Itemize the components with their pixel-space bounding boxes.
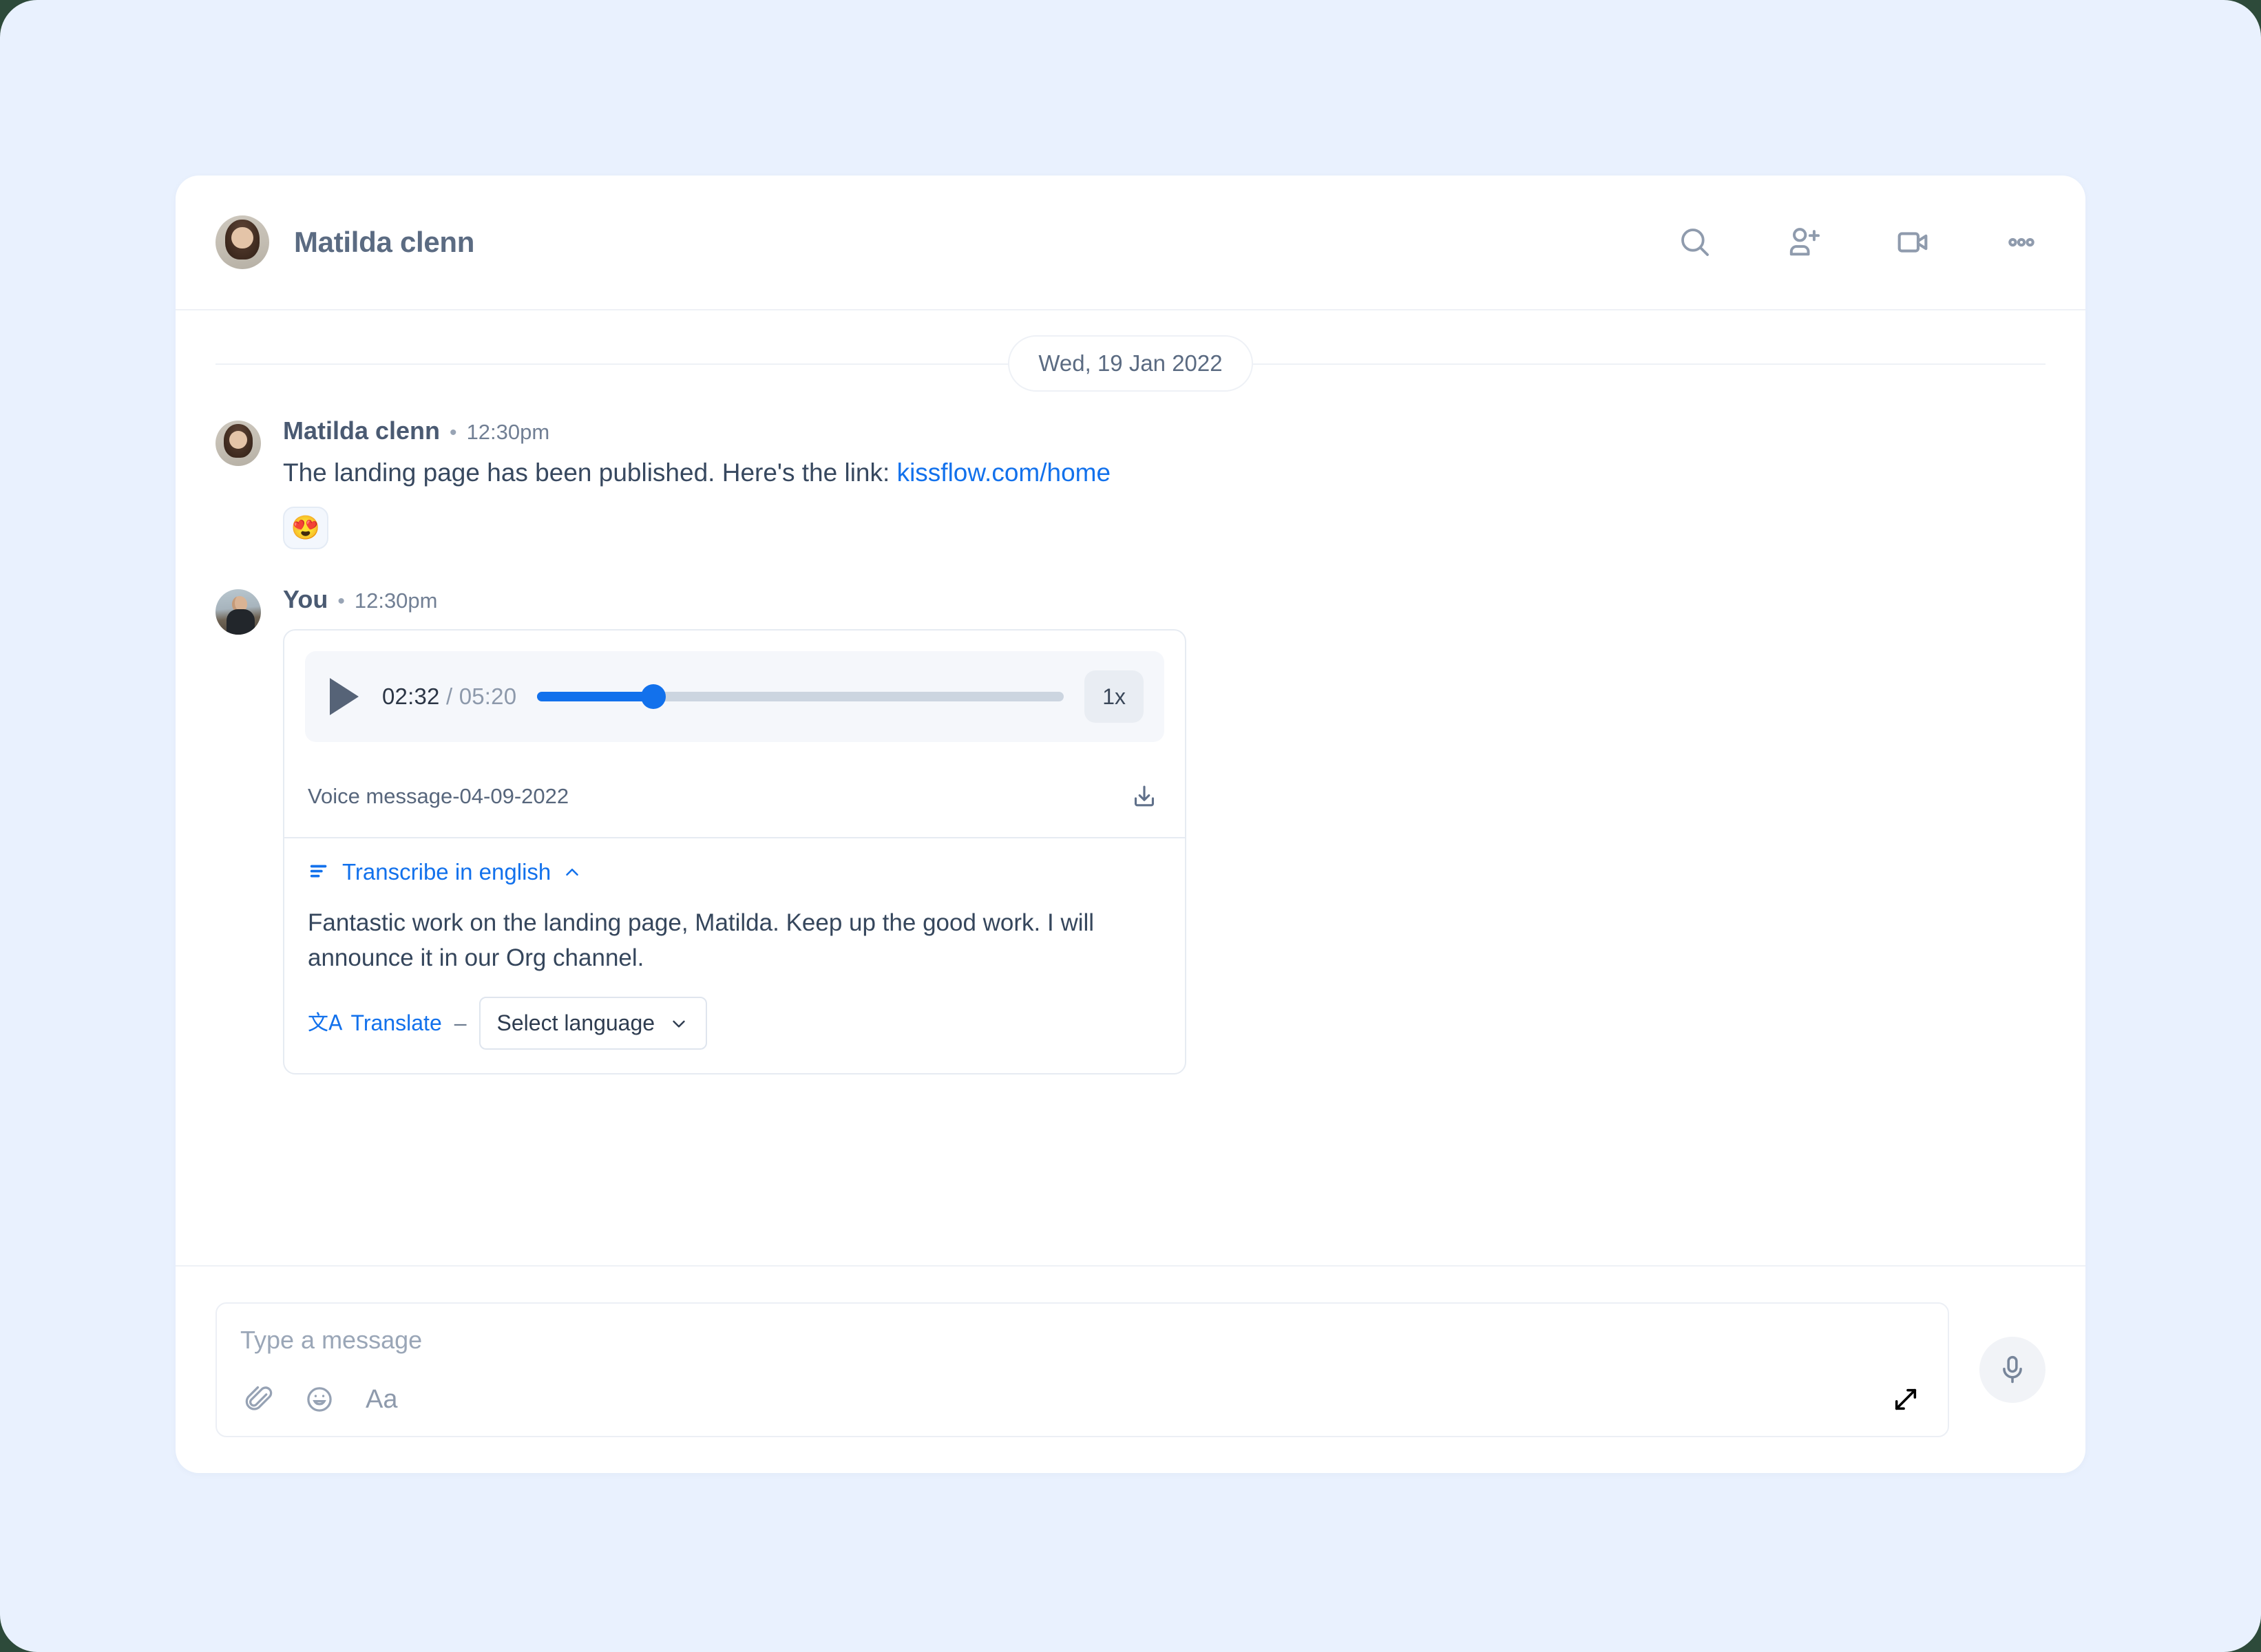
attachment-icon[interactable] [240,1381,277,1418]
reaction-bar: 😍 [283,506,2046,549]
language-select-value: Select language [496,1010,655,1036]
audio-total-time: 05:20 [459,683,517,709]
date-chip: Wed, 19 Jan 2022 [1008,335,1253,392]
audio-progress-fill [537,691,653,701]
emoji-icon[interactable] [301,1381,338,1418]
transcribe-toggle-button[interactable]: Transcribe in english [308,859,582,885]
composer-tools-left: Aa [240,1381,397,1418]
audio-progress-thumb[interactable] [640,684,666,709]
page-title: Matilda clenn [294,226,475,258]
play-icon [330,677,359,715]
chat-header-actions [1674,221,2043,264]
message-separator: • [450,421,457,444]
page-background: Matilda clenn Wed, 19 Jan 2022 Matilda c… [0,0,2261,1652]
audio-current-time: 02:32 [382,683,440,709]
chevron-up-icon [566,868,579,876]
playback-speed-button[interactable]: 1x [1084,670,1144,723]
microphone-icon [2003,1355,2022,1384]
audio-progress-track [537,684,1064,709]
chat-header: Matilda clenn [176,176,2085,310]
voice-message-card: 02:32 / 05:20 1x Voice message-04-09-202… [283,628,1186,1075]
message-meta: Matilda clenn • 12:30pm [283,416,2046,445]
message-input[interactable]: Type a message Aa [215,1302,1949,1437]
message-timestamp: 12:30pm [354,588,438,613]
language-select[interactable]: Select language [479,997,708,1050]
message-list: Wed, 19 Jan 2022 Matilda clenn • 12:30pm… [176,310,2085,1267]
chat-window: Matilda clenn Wed, 19 Jan 2022 Matilda c… [176,176,2085,1473]
message-separator: • [337,589,345,613]
download-icon[interactable] [1127,779,1161,814]
message-group: Matilda clenn • 12:30pm The landing page… [215,416,2046,553]
video-call-icon[interactable] [1891,221,1934,264]
avatar[interactable] [215,215,269,269]
message-body: You • 12:30pm 02:32 / 05:20 1x Voice mes… [283,585,2046,1075]
transcribe-toggle-label: Transcribe in english [342,858,551,885]
play-button[interactable] [330,677,361,715]
chevron-down-icon [673,1020,685,1028]
message-meta: You • 12:30pm [283,585,2046,614]
audio-time-readout: 02:32 / 05:20 [382,684,516,710]
translate-dash: – [454,1010,467,1036]
chat-header-identity: Matilda clenn [215,215,1674,269]
avatar[interactable] [215,421,261,466]
composer-toolbar: Aa [240,1381,1924,1436]
voice-record-button[interactable] [1979,1337,2046,1403]
transcription-text: Fantastic work on the landing page, Mati… [308,909,1095,972]
message-author: You [283,584,328,613]
translate-row: 文A Translate – Select language [308,997,1161,1050]
message-timestamp: 12:30pm [466,420,550,444]
composer-tools-right [1887,1381,1924,1418]
expand-icon[interactable] [1887,1381,1924,1418]
translate-label: Translate [350,1010,442,1036]
translate-icon: 文A [308,1010,343,1035]
message-author: Matilda clenn [283,416,441,445]
more-options-icon[interactable] [2000,221,2043,264]
date-divider: Wed, 19 Jan 2022 [215,310,2046,416]
composer-placeholder: Type a message [240,1326,423,1354]
message-text-body: The landing page has been published. Her… [283,458,897,487]
voice-message-file-row: Voice message-04-09-2022 [284,761,1185,837]
message-group: You • 12:30pm 02:32 / 05:20 1x Voice mes… [215,585,2046,1079]
transcription-block: Transcribe in english Fantastic work on … [284,836,1185,1074]
add-person-icon[interactable] [1782,221,1825,264]
avatar[interactable] [215,589,261,635]
translate-button[interactable]: 文A Translate [308,1010,442,1036]
voice-message-filename: Voice message-04-09-2022 [308,783,569,808]
message-link[interactable]: kissflow.com/home [897,458,1111,487]
transcript-lines-icon [310,865,327,878]
reaction-emoji[interactable]: 😍 [283,506,328,549]
composer-area: Type a message Aa [176,1267,2085,1473]
voice-message-player-section: 02:32 / 05:20 1x [284,631,1185,761]
audio-player: 02:32 / 05:20 1x [305,650,1164,742]
audio-time-separator: / [439,683,459,709]
message-text: The landing page has been published. Her… [283,455,2046,491]
audio-progress-slider[interactable] [537,683,1064,710]
text-format-button[interactable]: Aa [366,1385,397,1415]
search-icon[interactable] [1674,221,1716,264]
message-body: Matilda clenn • 12:30pm The landing page… [283,416,2046,549]
